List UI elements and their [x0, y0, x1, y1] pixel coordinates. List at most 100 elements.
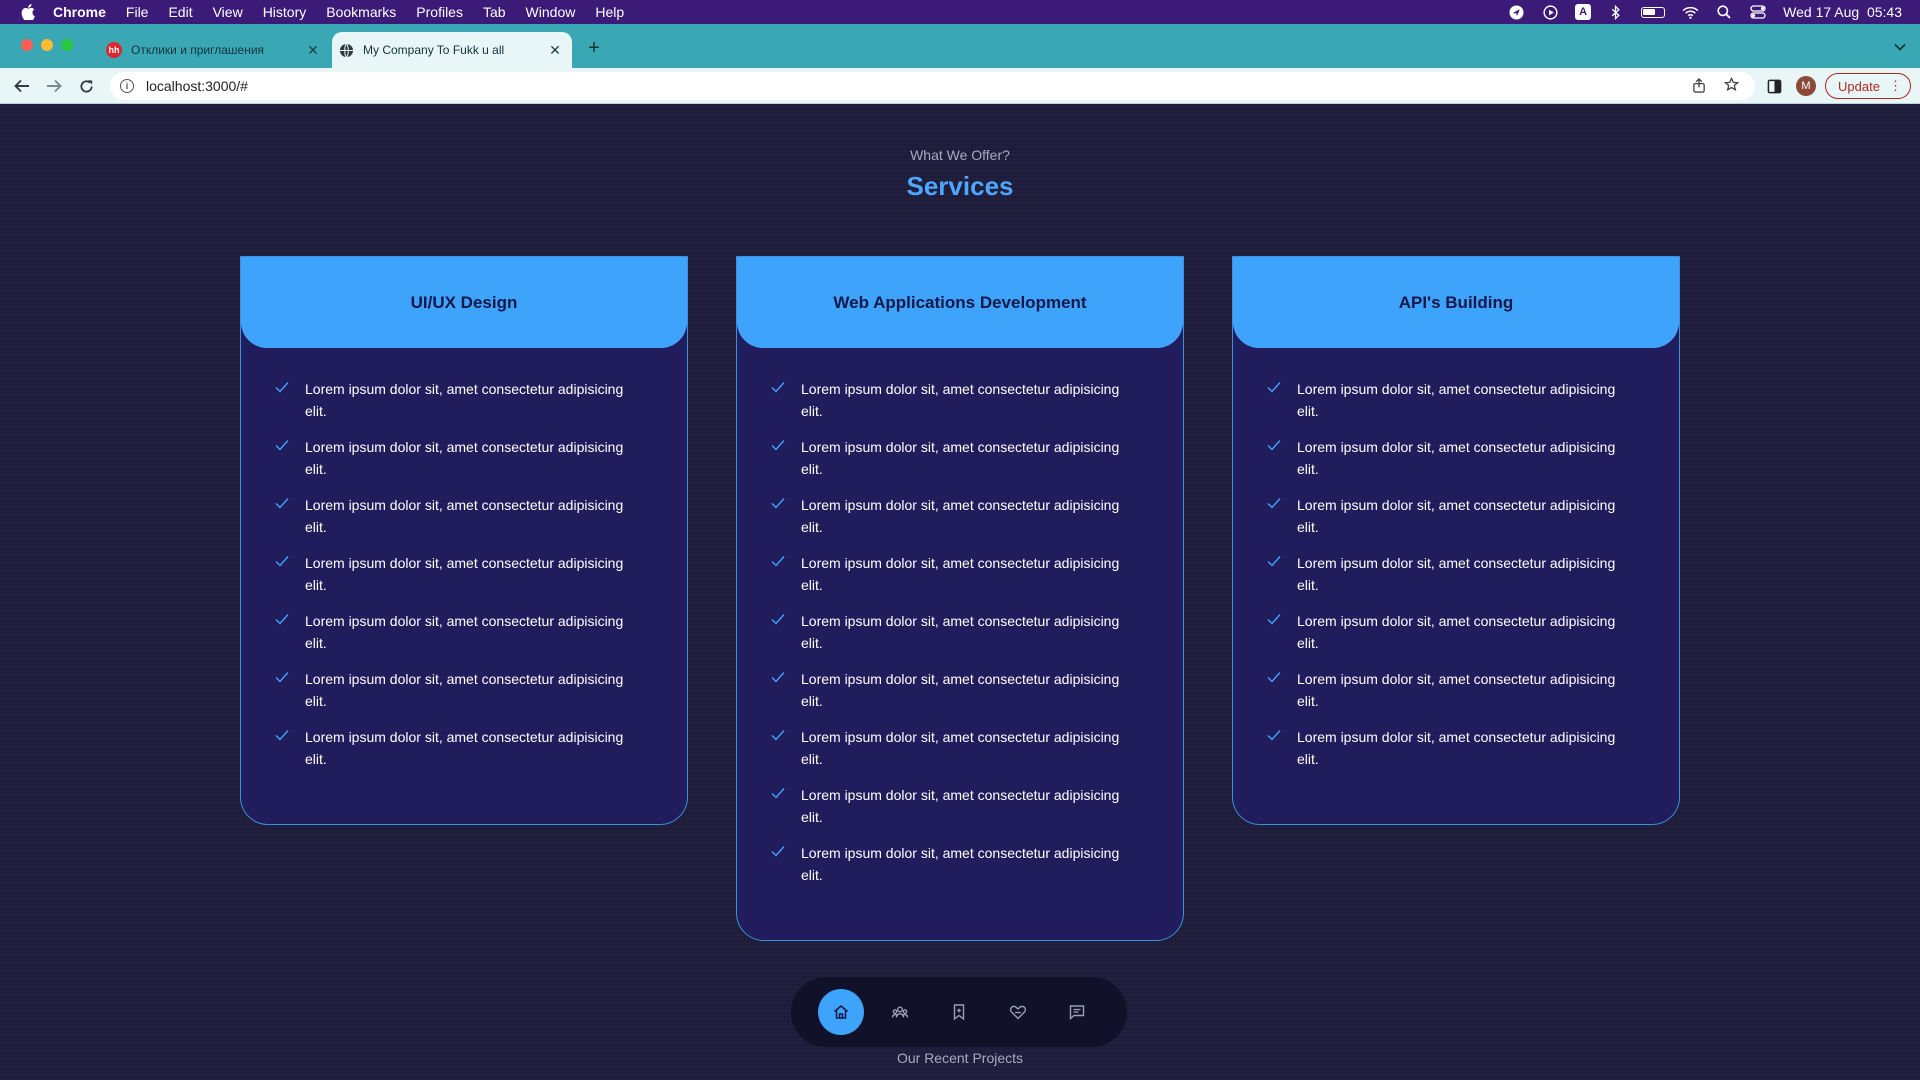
menu-app-name[interactable]: Chrome — [53, 4, 106, 20]
clock-datetime[interactable]: Wed 17 Aug 05:43 — [1783, 4, 1902, 20]
list-item: Lorem ipsum dolor sit, amet consectetur … — [275, 552, 647, 596]
update-button[interactable]: Update ⋮ — [1825, 73, 1911, 99]
check-icon — [275, 614, 289, 625]
list-item: Lorem ipsum dolor sit, amet consectetur … — [275, 378, 647, 422]
more-vertical-icon[interactable]: ⋮ — [1889, 78, 1902, 94]
tab-hh-responses[interactable]: hh Отклики и приглашения ✕ — [100, 32, 330, 68]
spotlight-search-icon[interactable] — [1715, 4, 1733, 20]
tab-close-icon[interactable]: ✕ — [304, 41, 322, 59]
check-icon — [771, 788, 785, 799]
next-section-heading: Our Recent Projects — [896, 1050, 1024, 1066]
play-circle-icon[interactable] — [1541, 4, 1559, 20]
globe-favicon-icon — [338, 42, 354, 58]
menu-profiles[interactable]: Profiles — [416, 4, 463, 20]
list-item-text: Lorem ipsum dolor sit, amet consectetur … — [1297, 729, 1616, 767]
bookmark-icon[interactable] — [936, 989, 982, 1035]
check-icon — [275, 498, 289, 509]
site-info-icon[interactable]: i — [120, 79, 134, 93]
list-item: Lorem ipsum dolor sit, amet consectetur … — [1267, 378, 1639, 422]
tab-title: My Company To Fukk u all — [363, 43, 505, 57]
list-item: Lorem ipsum dolor sit, amet consectetur … — [1267, 494, 1639, 538]
battery-icon[interactable] — [1641, 6, 1666, 18]
list-item-text: Lorem ipsum dolor sit, amet consectetur … — [1297, 381, 1616, 419]
hh-favicon-icon: hh — [106, 42, 122, 58]
list-item: Lorem ipsum dolor sit, amet consectetur … — [771, 726, 1143, 770]
wifi-icon[interactable] — [1681, 4, 1699, 20]
service-card-title: Web Applications Development — [737, 257, 1183, 348]
check-icon — [1267, 382, 1281, 393]
tab-search-chevron-icon[interactable] — [1894, 38, 1906, 54]
team-icon[interactable] — [877, 989, 923, 1035]
back-arrow-icon[interactable] — [10, 74, 34, 98]
list-item-text: Lorem ipsum dolor sit, amet consectetur … — [305, 555, 624, 593]
home-icon[interactable] — [818, 989, 864, 1035]
tab-my-company[interactable]: My Company To Fukk u all ✕ — [332, 32, 572, 68]
list-item: Lorem ipsum dolor sit, amet consectetur … — [771, 552, 1143, 596]
list-item: Lorem ipsum dolor sit, amet consectetur … — [771, 494, 1143, 538]
forward-arrow-icon[interactable] — [42, 74, 66, 98]
list-item-text: Lorem ipsum dolor sit, amet consectetur … — [1297, 671, 1616, 709]
services-handshake-icon[interactable] — [995, 989, 1041, 1035]
list-item-text: Lorem ipsum dolor sit, amet consectetur … — [801, 381, 1120, 419]
menu-bookmarks[interactable]: Bookmarks — [326, 4, 396, 20]
list-item: Lorem ipsum dolor sit, amet consectetur … — [1267, 668, 1639, 712]
list-item: Lorem ipsum dolor sit, amet consectetur … — [771, 668, 1143, 712]
list-item: Lorem ipsum dolor sit, amet consectetur … — [275, 668, 647, 712]
list-item-text: Lorem ipsum dolor sit, amet consectetur … — [801, 787, 1120, 825]
window-zoom-button[interactable] — [61, 39, 73, 51]
input-source-icon[interactable]: A — [1575, 4, 1592, 20]
section-title: Services — [906, 171, 1014, 201]
menu-window[interactable]: Window — [526, 4, 576, 20]
control-center-icon[interactable] — [1749, 4, 1767, 20]
list-item-text: Lorem ipsum dolor sit, amet consectetur … — [1297, 439, 1616, 477]
check-icon — [1267, 556, 1281, 567]
check-icon — [771, 498, 785, 509]
side-panel-icon[interactable] — [1764, 76, 1784, 96]
menu-view[interactable]: View — [213, 4, 243, 20]
update-label: Update — [1838, 78, 1880, 94]
list-item: Lorem ipsum dolor sit, amet consectetur … — [1267, 610, 1639, 654]
apple-icon[interactable] — [17, 1, 39, 23]
list-item-text: Lorem ipsum dolor sit, amet consectetur … — [1297, 555, 1616, 593]
service-card-title: UI/UX Design — [241, 257, 687, 348]
list-item: Lorem ipsum dolor sit, amet consectetur … — [275, 610, 647, 654]
message-icon[interactable] — [1054, 989, 1100, 1035]
list-item: Lorem ipsum dolor sit, amet consectetur … — [771, 610, 1143, 654]
profile-avatar[interactable]: M — [1796, 76, 1816, 96]
section-subtitle: What We Offer? — [910, 147, 1010, 163]
list-item-text: Lorem ipsum dolor sit, amet consectetur … — [1297, 613, 1616, 651]
menu-history[interactable]: History — [263, 4, 307, 20]
check-icon — [771, 846, 785, 857]
navigation-arrow-icon[interactable] — [1507, 4, 1525, 20]
menu-tab[interactable]: Tab — [483, 4, 506, 20]
list-item: Lorem ipsum dolor sit, amet consectetur … — [771, 784, 1143, 828]
service-feature-list: Lorem ipsum dolor sit, amet consectetur … — [241, 348, 687, 824]
check-icon — [771, 440, 785, 451]
menu-file[interactable]: File — [126, 4, 149, 20]
check-icon — [275, 556, 289, 567]
reload-icon[interactable] — [74, 74, 98, 98]
url-text[interactable]: localhost:3000/# — [146, 78, 248, 94]
tab-title: Отклики и приглашения — [131, 43, 265, 57]
window-minimize-button[interactable] — [41, 39, 53, 51]
menu-help[interactable]: Help — [595, 4, 624, 20]
list-item-text: Lorem ipsum dolor sit, amet consectetur … — [801, 613, 1120, 651]
check-icon — [275, 672, 289, 683]
service-card: UI/UX Design Lorem ipsum dolor sit, amet … — [240, 256, 688, 825]
share-icon[interactable] — [1692, 78, 1706, 96]
tab-close-icon[interactable]: ✕ — [546, 41, 564, 59]
bottom-navigation — [791, 977, 1127, 1047]
list-item-text: Lorem ipsum dolor sit, amet consectetur … — [1297, 497, 1616, 535]
window-close-button[interactable] — [21, 39, 33, 51]
list-item: Lorem ipsum dolor sit, amet consectetur … — [771, 378, 1143, 422]
address-bar[interactable]: i localhost:3000/# — [110, 72, 1755, 100]
check-icon — [1267, 614, 1281, 625]
bluetooth-icon[interactable] — [1607, 4, 1625, 20]
list-item-text: Lorem ipsum dolor sit, amet consectetur … — [801, 671, 1120, 709]
list-item-text: Lorem ipsum dolor sit, amet consectetur … — [305, 671, 624, 709]
list-item-text: Lorem ipsum dolor sit, amet consectetur … — [305, 497, 624, 535]
new-tab-plus-icon[interactable]: + — [584, 37, 604, 59]
bookmark-star-icon[interactable] — [1723, 76, 1740, 95]
page-content: What We Offer? Services UI/UX Design Lore… — [0, 105, 1920, 1080]
menu-edit[interactable]: Edit — [168, 4, 192, 20]
